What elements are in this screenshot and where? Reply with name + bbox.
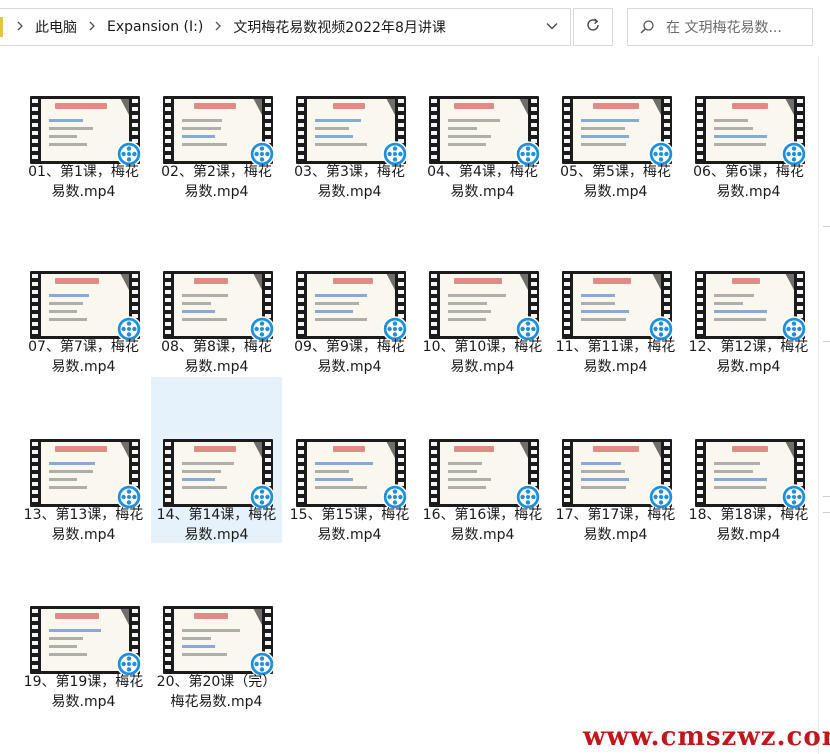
video-thumbnail (30, 439, 142, 510)
file-item[interactable]: 14、第14课，梅花易数.mp4 (151, 377, 282, 543)
site-watermark: www.cmszwz.com (583, 722, 830, 752)
chevron-right-icon[interactable] (81, 20, 103, 34)
chevron-down-icon[interactable] (546, 19, 558, 33)
file-name-label: 13、第13课，梅花易数.mp4 (23, 507, 144, 543)
file-item[interactable]: 12、第12课，梅花易数.mp4 (683, 209, 814, 375)
file-item[interactable]: 15、第15课，梅花易数.mp4 (284, 377, 415, 543)
file-name-label: 01、第1课，梅花易数.mp4 (28, 164, 139, 200)
video-thumbnail (429, 96, 541, 167)
file-item[interactable]: 11、第11课，梅花易数.mp4 (550, 209, 681, 375)
file-item[interactable]: 05、第5课，梅花易数.mp4 (550, 34, 681, 200)
video-thumbnail (429, 271, 541, 342)
chevron-right-icon[interactable] (9, 20, 31, 34)
file-name-label: 07、第7课，梅花易数.mp4 (28, 339, 139, 375)
file-name-label: 08、第8课，梅花易数.mp4 (161, 339, 272, 375)
video-thumbnail (562, 271, 674, 342)
file-name-label: 19、第19课，梅花易数.mp4 (23, 674, 144, 710)
file-name-label: 18、第18课，梅花易数.mp4 (688, 507, 809, 543)
file-grid: 01、第1课，梅花易数.mp4 02、第2课，梅花易数.mp4 03、第3课，梅花易… (0, 56, 818, 754)
file-name-label: 14、第14课，梅花易数.mp4 (156, 507, 277, 543)
file-name-label: 11、第11课，梅花易数.mp4 (555, 339, 676, 375)
video-thumbnail (163, 96, 275, 167)
file-item[interactable]: 20、第20课（完）梅花易数.mp4 (151, 544, 282, 710)
video-thumbnail (562, 96, 674, 167)
file-name-label: 09、第9课，梅花易数.mp4 (294, 339, 405, 375)
file-item[interactable]: 07、第7课，梅花易数.mp4 (18, 209, 149, 375)
video-thumbnail (163, 606, 275, 677)
video-thumbnail (429, 439, 541, 510)
file-name-label: 10、第10课，梅花易数.mp4 (422, 339, 543, 375)
file-name-label: 16、第16课，梅花易数.mp4 (422, 507, 543, 543)
video-thumbnail (163, 271, 275, 342)
file-item[interactable]: 08、第8课，梅花易数.mp4 (151, 209, 282, 375)
breadcrumb-drive[interactable]: Expansion (I:) (103, 19, 207, 35)
file-item[interactable]: 03、第3课，梅花易数.mp4 (284, 34, 415, 200)
file-item[interactable]: 06、第6课，梅花易数.mp4 (683, 34, 814, 200)
video-thumbnail (695, 96, 807, 167)
file-item[interactable]: 13、第13课，梅花易数.mp4 (18, 377, 149, 543)
file-item[interactable]: 02、第2课，梅花易数.mp4 (151, 34, 282, 200)
video-thumbnail (163, 439, 275, 510)
file-name-label: 04、第4课，梅花易数.mp4 (427, 164, 538, 200)
file-item[interactable]: 16、第16课，梅花易数.mp4 (417, 377, 548, 543)
file-item[interactable]: 09、第9课，梅花易数.mp4 (284, 209, 415, 375)
file-name-label: 03、第3课，梅花易数.mp4 (294, 164, 405, 200)
file-name-label: 06、第6课，梅花易数.mp4 (693, 164, 804, 200)
file-item[interactable]: 10、第10课，梅花易数.mp4 (417, 209, 548, 375)
file-item[interactable]: 18、第18课，梅花易数.mp4 (683, 377, 814, 543)
file-item[interactable]: 01、第1课，梅花易数.mp4 (18, 34, 149, 200)
search-icon (628, 19, 666, 35)
file-name-label: 20、第20课（完）梅花易数.mp4 (156, 674, 277, 710)
file-name-label: 15、第15课，梅花易数.mp4 (289, 507, 410, 543)
video-thumbnail (30, 271, 142, 342)
video-thumbnail (296, 439, 408, 510)
video-thumbnail (296, 271, 408, 342)
file-name-label: 17、第17课，梅花易数.mp4 (555, 507, 676, 543)
video-thumbnail (30, 606, 142, 677)
video-thumbnail (695, 271, 807, 342)
file-item[interactable]: 04、第4课，梅花易数.mp4 (417, 34, 548, 200)
file-name-label: 12、第12课，梅花易数.mp4 (688, 339, 809, 375)
file-item[interactable]: 17、第17课，梅花易数.mp4 (550, 377, 681, 543)
video-thumbnail (30, 96, 142, 167)
file-name-label: 02、第2课，梅花易数.mp4 (161, 164, 272, 200)
file-item[interactable]: 19、第19课，梅花易数.mp4 (18, 544, 149, 710)
file-name-label: 05、第5课，梅花易数.mp4 (560, 164, 671, 200)
folder-edge-icon (0, 17, 3, 37)
video-thumbnail (296, 96, 408, 167)
video-thumbnail (562, 439, 674, 510)
vertical-scrollbar[interactable] (818, 56, 830, 754)
video-thumbnail (695, 439, 807, 510)
chevron-right-icon[interactable] (207, 20, 229, 34)
